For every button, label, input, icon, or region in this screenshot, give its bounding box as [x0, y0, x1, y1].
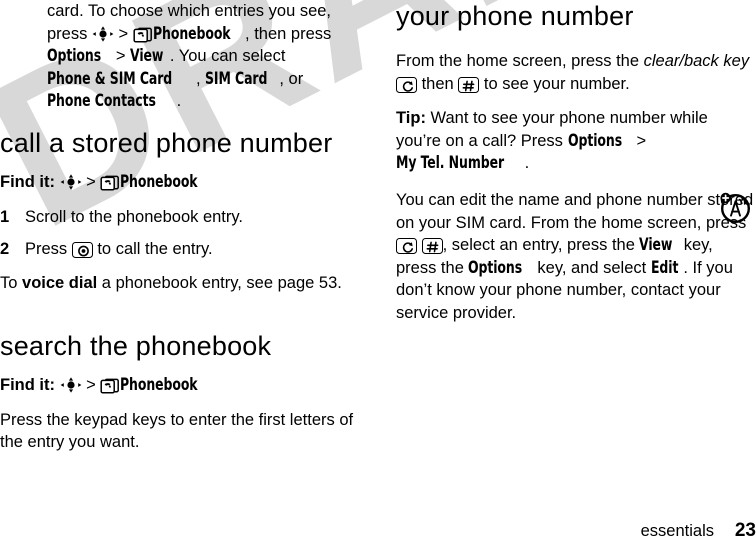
voice-dial-seg1: To	[0, 274, 23, 293]
home-screen-seg3: then	[417, 74, 459, 93]
network-antenna-badge-icon	[714, 187, 754, 227]
section-heading-call-stored-number: call a stored phone number	[0, 127, 333, 158]
tip-seg3: .	[524, 154, 530, 173]
clear-back-key-icon	[396, 76, 417, 93]
tip-ui-options: Options	[567, 130, 622, 150]
section-heading-search-phonebook: search the phonebook	[0, 330, 272, 361]
edit-sim-ui-edit: Edit	[650, 257, 679, 277]
findit-label: Find it:	[0, 172, 55, 191]
nav-select-key-icon	[60, 174, 82, 190]
clear-back-key-label: clear/back key	[643, 52, 750, 70]
intro-note-ui-sim-card: SIM Card	[205, 68, 268, 88]
findit-line-call-stored-number: Find it: > Phonebook	[0, 171, 362, 193]
tip-seg2: >	[631, 131, 647, 150]
tip-seg1: Want to see your phone number while you’…	[396, 109, 708, 150]
intro-note-seg3: , then press	[245, 24, 332, 43]
voice-dial-paragraph: To voice dial a phonebook entry, see pag…	[0, 272, 362, 295]
home-screen-paragraph: From the home screen, press the clear/ba…	[396, 50, 756, 95]
intro-note-seg6: ,	[195, 69, 206, 88]
step-1-number: 1	[0, 207, 10, 226]
step-2-text: Press to call the entry.	[25, 238, 362, 261]
intro-note-paragraph: card. To choose which entries you see, p…	[47, 0, 357, 113]
findit-target-phonebook: Phonebook	[120, 171, 198, 191]
step-1-text: Scroll to the phonebook entry.	[25, 207, 243, 226]
step-2-seg1: Press	[25, 239, 72, 258]
intro-note-ui-options: Options	[47, 46, 102, 66]
step-2-seg2: to call the entry.	[92, 239, 213, 258]
home-screen-seg4: to see your number.	[479, 74, 630, 93]
clear-back-key-icon	[396, 238, 417, 255]
findit-label: Find it:	[0, 375, 55, 394]
manual-page: card. To choose which entries you see, p…	[0, 0, 756, 547]
edit-sim-ui-options: Options	[468, 257, 523, 277]
tip-label: Tip:	[396, 109, 426, 128]
phonebook-icon	[133, 27, 153, 43]
intro-note-ui-view: View	[130, 46, 164, 66]
edit-sim-paragraph: You can edit the name and phone number s…	[396, 189, 756, 325]
step-1: 1 Scroll to the phonebook entry.	[0, 206, 362, 229]
right-column: your phone number From the home screen, …	[396, 0, 756, 337]
intro-note-ui-phonebook: Phonebook	[152, 23, 231, 43]
intro-note-ui-phone-contacts: Phone Contacts	[47, 91, 156, 111]
step-2-number: 2	[0, 239, 10, 258]
edit-sim-seg1: You can edit the name and phone number s…	[396, 190, 754, 232]
nav-select-key-icon	[60, 377, 82, 393]
intro-note-seg5: . You can select	[169, 47, 286, 66]
nav-select-key-icon	[92, 25, 114, 42]
left-column: card. To choose which entries you see, p…	[0, 0, 362, 466]
search-phonebook-paragraph: Press the keypad keys to enter the first…	[0, 410, 354, 452]
footer-page-number: 23	[734, 520, 756, 541]
intro-note-seg4: >	[111, 47, 131, 66]
intro-note-seg7: , or	[279, 69, 304, 88]
edit-sim-ui-view: View	[639, 235, 673, 255]
pound-key-icon	[458, 76, 480, 93]
findit-line-search-phonebook: Find it: > Phonebook	[0, 374, 362, 396]
tip-ui-my-tel-number: My Tel. Number	[396, 153, 505, 173]
findit-target-phonebook: Phonebook	[120, 374, 198, 394]
section-heading-your-phone-number: your phone number	[396, 1, 634, 31]
edit-sim-seg2	[417, 236, 422, 254]
footer-chapter-name: essentials	[640, 522, 714, 540]
pound-key-icon	[421, 238, 443, 255]
findit-separator: >	[81, 375, 101, 394]
phonebook-icon	[100, 175, 120, 191]
intro-note-seg2: >	[113, 24, 133, 43]
intro-note-ui-phone-sim-card: Phone & SIM Card	[47, 68, 173, 88]
voice-dial-bold: voice dial	[22, 274, 98, 293]
phonebook-icon	[100, 378, 120, 394]
page-footer: essentials 23	[0, 515, 756, 541]
step-2: 2 Press to call the entry.	[0, 238, 362, 261]
edit-sim-seg3: , select an entry, press the	[442, 236, 640, 255]
voice-dial-seg2: a phonebook entry, see page 53.	[97, 274, 342, 293]
tip-paragraph: Tip: Want to see your phone number while…	[396, 107, 756, 175]
intro-note-seg8: .	[176, 92, 182, 111]
edit-sim-seg5: key, and select	[532, 258, 651, 277]
findit-separator: >	[81, 172, 101, 191]
home-screen-seg1: From the home screen, press the	[396, 52, 644, 70]
send-call-key-icon	[71, 241, 93, 258]
